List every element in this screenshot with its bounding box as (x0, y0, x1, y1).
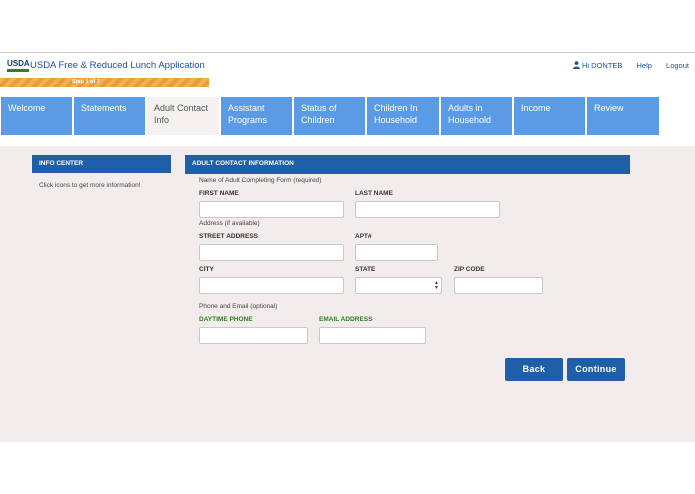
info-center-text: Click icons to get more information! (39, 182, 141, 189)
usda-logo: USDA (7, 59, 30, 72)
tab-adults-in-household[interactable]: Adults in Household (441, 97, 512, 135)
app-title: USDA Free & Reduced Lunch Application (30, 60, 205, 71)
app-header: USDA USDA Free & Reduced Lunch Applicati… (0, 53, 695, 77)
state-select[interactable]: ▴ ▾ (355, 277, 442, 294)
tab-income[interactable]: Income (514, 97, 585, 135)
street-address-label: STREET ADDRESS (199, 233, 258, 240)
user-icon (573, 61, 580, 69)
first-name-input[interactable] (199, 201, 344, 218)
progress-bar: Step 1 of 7 (0, 78, 209, 87)
city-label: CITY (199, 266, 214, 273)
content-area (0, 146, 695, 442)
tab-assistant-programs[interactable]: Assistant Programs (221, 97, 292, 135)
email-address-input[interactable] (319, 327, 426, 344)
info-center-heading: INFO CENTER (32, 155, 171, 173)
last-name-label: LAST NAME (355, 190, 393, 197)
tab-adult-contact-info[interactable]: Adult Contact Info (147, 97, 219, 135)
usda-logo-underline (7, 69, 29, 72)
user-menu: Hi DONTEB Help Logout (561, 61, 689, 70)
apt-label: APT# (355, 233, 372, 240)
daytime-phone-input[interactable] (199, 327, 308, 344)
logout-link[interactable]: Logout (666, 61, 689, 70)
user-greeting-text: Hi DONTEB (582, 61, 623, 70)
usda-logo-text: USDA (7, 59, 30, 68)
zip-code-input[interactable] (454, 277, 543, 294)
tab-children-in-household[interactable]: Children In Household (367, 97, 439, 135)
first-name-label: FIRST NAME (199, 190, 239, 197)
apt-input[interactable] (355, 244, 438, 261)
address-note: Address (if available) (199, 220, 260, 227)
step-nav: Welcome Statements Adult Contact Info As… (0, 97, 695, 135)
tab-review[interactable]: Review (587, 97, 659, 135)
continue-button[interactable]: Continue (567, 358, 625, 381)
user-greeting[interactable]: Hi DONTEB (573, 61, 622, 70)
help-link[interactable]: Help (637, 61, 652, 70)
daytime-phone-label: DAYTIME PHONE (199, 316, 253, 323)
contact-note: Phone and Email (optional) (199, 303, 278, 310)
zip-code-label: ZIP CODE (454, 266, 485, 273)
email-address-label: EMAIL ADDRESS (319, 316, 373, 323)
progress-label: Step 1 of 7 (72, 79, 100, 85)
state-label: STATE (355, 266, 376, 273)
select-arrows-icon: ▴ ▾ (434, 280, 438, 291)
last-name-input[interactable] (355, 201, 500, 218)
city-input[interactable] (199, 277, 344, 294)
tab-welcome[interactable]: Welcome (1, 97, 72, 135)
back-button[interactable]: Back (505, 358, 563, 381)
adult-name-note: Name of Adult Completing Form (required) (199, 177, 322, 184)
tab-statements[interactable]: Statements (74, 97, 145, 135)
tab-status-of-children[interactable]: Status of Children (294, 97, 365, 135)
street-address-input[interactable] (199, 244, 344, 261)
form-heading: ADULT CONTACT INFORMATION (185, 155, 630, 174)
